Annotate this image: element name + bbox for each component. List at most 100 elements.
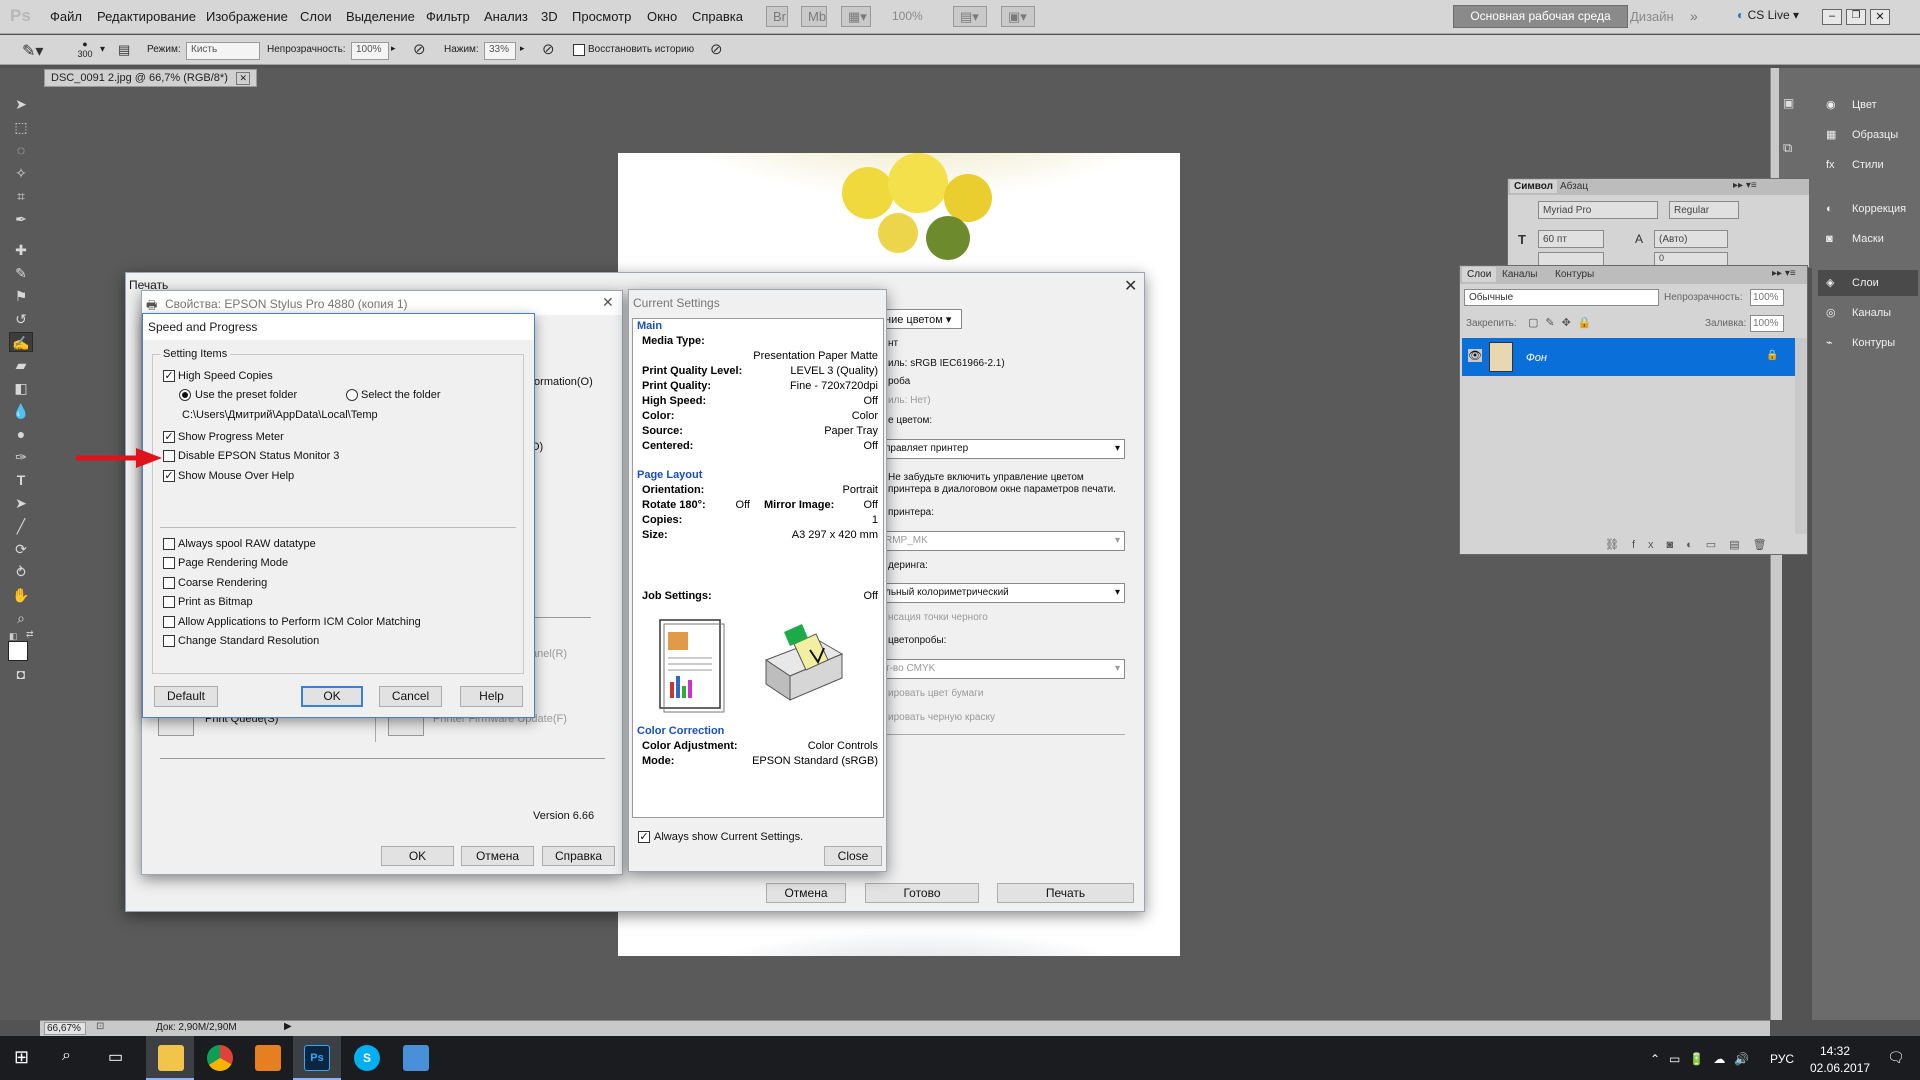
menu-layers[interactable]: Слои xyxy=(300,9,332,24)
dock-color[interactable]: ◉ Цвет xyxy=(1818,92,1918,118)
bridge-icon[interactable]: Br xyxy=(766,6,788,27)
dock-swatches[interactable]: ▦ Образцы xyxy=(1818,122,1918,148)
progress-meter-checkbox[interactable] xyxy=(163,431,175,443)
kerning-field[interactable] xyxy=(1538,252,1604,266)
icm-matching-checkbox[interactable] xyxy=(163,616,175,628)
move-tool-icon[interactable]: ➤ xyxy=(9,94,33,114)
3d-rotate-icon[interactable]: ⟳ xyxy=(9,539,33,559)
lasso-tool-icon[interactable]: ◌ xyxy=(9,140,33,160)
print-bitmap-checkbox[interactable] xyxy=(163,596,175,608)
zoom-level[interactable]: 100% xyxy=(892,9,923,23)
fill-field[interactable]: 100% xyxy=(1750,315,1784,332)
epson-properties-close-icon[interactable]: ✕ xyxy=(602,294,614,311)
lock-icons[interactable]: ▢✎✥🔒 xyxy=(1528,316,1599,329)
notifications-icon[interactable]: 🗨 xyxy=(1887,1049,1905,1066)
leading-field[interactable]: (Авто) xyxy=(1654,230,1728,248)
visibility-eye-icon[interactable]: 👁 xyxy=(1468,349,1482,362)
page-rendering-checkbox[interactable] xyxy=(163,557,175,569)
swap-colors-icon[interactable]: ⇄ xyxy=(26,629,34,640)
font-family-select[interactable]: Myriad Pro xyxy=(1538,201,1658,219)
flow-field[interactable]: 33% xyxy=(484,42,516,60)
current-settings-close-button[interactable]: Close xyxy=(824,846,882,866)
menu-edit[interactable]: Редактирование xyxy=(97,9,196,24)
mouse-over-help-checkbox[interactable] xyxy=(163,470,175,482)
gradient-icon[interactable]: ◧ xyxy=(9,378,33,398)
tablet-opacity-icon[interactable]: ⊘ xyxy=(413,40,426,58)
zoom-tool-icon[interactable]: ⌕ xyxy=(9,608,33,628)
marquee-tool-icon[interactable]: ⬚ xyxy=(9,117,33,137)
brush-picker-arrow-icon[interactable]: ▾ xyxy=(100,44,105,55)
cs-live-button[interactable]: ◐ CS Live ▾ xyxy=(1737,8,1799,22)
menu-image[interactable]: Изображение xyxy=(206,9,288,24)
props-ok-button[interactable]: OK xyxy=(381,846,454,866)
active-brush-icon[interactable]: ✍ xyxy=(9,332,33,352)
panel-menu-icon[interactable]: ▸▸ ▾≡ xyxy=(1733,180,1757,191)
close-button[interactable]: ✕ xyxy=(1870,9,1890,25)
pen-tool-icon[interactable]: ✑ xyxy=(9,447,33,467)
zoom-field[interactable]: 66,67% xyxy=(44,1022,86,1035)
tray-date[interactable]: 02.06.2017 xyxy=(1810,1061,1870,1075)
history-panel-icon[interactable]: ⧉ xyxy=(1783,140,1792,156)
print-cancel-button[interactable]: Отмена xyxy=(766,883,846,903)
props-frag-panel[interactable]: anel(R) xyxy=(531,648,567,660)
print-print-button[interactable]: Печать xyxy=(997,883,1134,903)
opacity-arrow-icon[interactable]: ▸ xyxy=(391,43,396,54)
brush-tool-selected-icon[interactable]: ✎ xyxy=(9,263,33,283)
tab-layers[interactable]: Слои xyxy=(1462,267,1497,282)
flow-arrow-icon[interactable]: ▸ xyxy=(520,43,525,54)
close-tab-icon[interactable]: ✕ xyxy=(236,72,250,85)
airbrush-icon[interactable]: ⊘ xyxy=(542,40,555,58)
dodge-tool-icon[interactable]: ● xyxy=(9,424,33,444)
proof-setup-select[interactable]: т-во CMYK ▾ xyxy=(880,659,1125,679)
workspace-essentials-button[interactable]: Основная рабочая среда xyxy=(1453,5,1628,28)
foreground-color-swatch[interactable] xyxy=(8,641,28,661)
printer-profile-select[interactable]: RMP_MK ▾ xyxy=(880,531,1125,551)
media-player-icon[interactable] xyxy=(255,1045,281,1071)
healing-brush-icon[interactable]: ✚ xyxy=(9,240,33,260)
color-handling-select[interactable]: ние цветом ▾ xyxy=(880,309,962,329)
layers-scrollbar[interactable] xyxy=(1795,338,1807,534)
dock-layers[interactable]: ◈ Слои xyxy=(1818,270,1918,296)
props-frag-info[interactable]: formation(O) xyxy=(531,376,593,388)
print-dialog-close-icon[interactable]: ✕ xyxy=(1124,276,1137,296)
props-cancel-button[interactable]: Отмена xyxy=(461,846,534,866)
rendering-intent-select[interactable]: льный колориметрический ▾ xyxy=(880,583,1125,603)
restore-button[interactable]: ❐ xyxy=(1846,9,1866,25)
restore-history-checkbox[interactable] xyxy=(573,44,585,56)
stamp-tool-icon[interactable]: ⚑ xyxy=(9,286,33,306)
menu-help[interactable]: Справка xyxy=(692,9,743,24)
mode-select[interactable]: Кисть xyxy=(186,42,260,60)
minimize-button[interactable]: – xyxy=(1822,9,1842,25)
minibridge-panel-icon[interactable]: ▣ xyxy=(1783,96,1794,110)
history-brush-icon[interactable]: ↺ xyxy=(9,309,33,329)
font-style-select[interactable]: Regular xyxy=(1669,201,1739,219)
brush-tool-icon[interactable]: ✎▾ xyxy=(22,41,43,61)
brush-panel-icon[interactable]: ▤ xyxy=(118,42,130,58)
windows-start-icon[interactable]: ⊞ xyxy=(14,1047,29,1068)
hand-tool-icon[interactable]: ✋ xyxy=(9,585,33,605)
dock-masks[interactable]: ◙ Маски xyxy=(1818,226,1918,252)
layers-menu-icon[interactable]: ▸▸ ▾≡ xyxy=(1772,268,1796,279)
dock-styles[interactable]: fx Стили xyxy=(1818,152,1918,178)
select-folder-radio[interactable] xyxy=(346,389,358,401)
layer-opacity-field[interactable]: 100% xyxy=(1750,289,1784,306)
speed-help-button[interactable]: Help xyxy=(460,686,523,707)
screen-mode-icon[interactable]: ▤▾ xyxy=(953,6,987,27)
menu-window[interactable]: Окно xyxy=(647,9,677,24)
tray-language[interactable]: РУС xyxy=(1770,1052,1794,1066)
disable-status-monitor-checkbox[interactable] xyxy=(163,450,175,462)
speed-ok-button[interactable]: OK xyxy=(301,686,363,707)
3d-orbit-icon[interactable]: ⥁ xyxy=(9,562,33,582)
color-management-select[interactable]: правляет принтер ▾ xyxy=(880,439,1125,459)
type-tool-icon[interactable]: T xyxy=(9,470,33,490)
arrange-icon[interactable]: ▦▾ xyxy=(841,6,871,27)
extras-icon[interactable]: ▣▾ xyxy=(1001,6,1035,27)
default-colors-icon[interactable]: ◧ xyxy=(9,631,23,641)
tab-channels[interactable]: Каналы xyxy=(1502,269,1538,280)
blend-mode-select[interactable]: Обычные xyxy=(1464,289,1659,306)
eyedropper-icon[interactable]: ✒ xyxy=(9,209,33,229)
crop-tool-icon[interactable]: ⌗ xyxy=(9,186,33,206)
tab-paragraph[interactable]: Абзац xyxy=(1560,181,1588,192)
path-select-icon[interactable]: ➤ xyxy=(9,493,33,513)
menu-3d[interactable]: 3D xyxy=(541,9,558,24)
